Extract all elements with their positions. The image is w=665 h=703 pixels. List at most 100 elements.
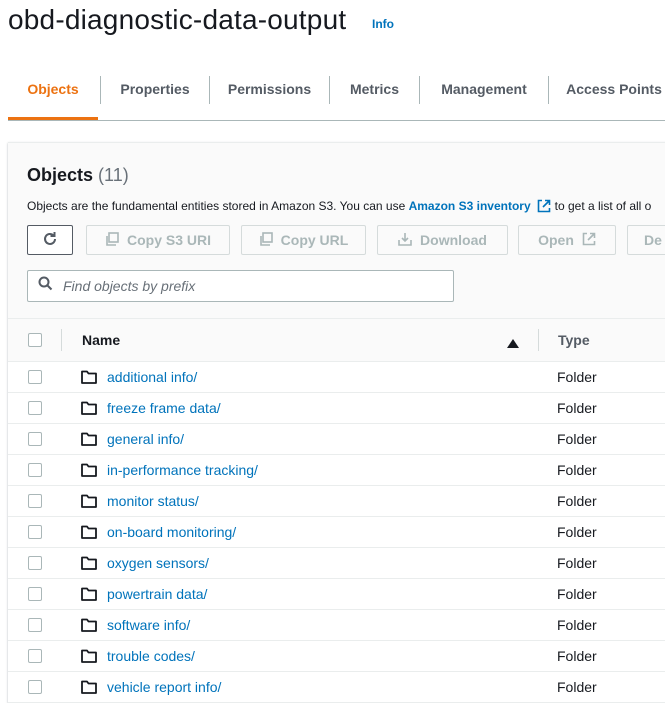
- row-checkbox[interactable]: [28, 432, 42, 446]
- info-link[interactable]: Info: [372, 17, 394, 31]
- tab-properties[interactable]: Properties: [101, 60, 209, 119]
- refresh-icon: [42, 231, 58, 250]
- object-name-link[interactable]: software info/: [107, 617, 190, 633]
- column-header-type[interactable]: Type: [558, 332, 590, 348]
- table-row: in-performance tracking/Folder: [8, 455, 665, 486]
- copy-icon: [259, 231, 273, 249]
- table-row: additional info/Folder: [8, 362, 665, 393]
- folder-icon: [81, 618, 97, 637]
- table-header: Name Type: [8, 318, 665, 362]
- object-type: Folder: [557, 555, 597, 571]
- column-divider: [61, 329, 62, 351]
- object-type: Folder: [557, 462, 597, 478]
- object-name-link[interactable]: general info/: [107, 431, 184, 447]
- description-text: Objects are the fundamental entities sto…: [27, 199, 406, 213]
- search-input[interactable]: [61, 277, 445, 295]
- column-header-name[interactable]: Name: [82, 332, 120, 348]
- object-type: Folder: [557, 679, 597, 695]
- tab-access-points[interactable]: Access Points: [549, 60, 665, 119]
- search-icon: [28, 276, 53, 296]
- download-icon: [398, 232, 412, 249]
- folder-icon: [81, 587, 97, 606]
- object-type: Folder: [557, 400, 597, 416]
- table-row: powertrain data/Folder: [8, 579, 665, 610]
- tab-metrics[interactable]: Metrics: [330, 60, 419, 119]
- table-row: software info/Folder: [8, 610, 665, 641]
- row-checkbox[interactable]: [28, 649, 42, 663]
- row-checkbox[interactable]: [28, 680, 42, 694]
- delete-button[interactable]: De: [627, 225, 665, 255]
- open-label: Open: [538, 232, 574, 248]
- row-checkbox[interactable]: [28, 618, 42, 632]
- row-checkbox[interactable]: [28, 494, 42, 508]
- folder-icon: [81, 680, 97, 699]
- object-type: Folder: [557, 493, 597, 509]
- select-all-checkbox[interactable]: [28, 333, 42, 347]
- objects-title: Objects: [27, 165, 94, 185]
- object-name-link[interactable]: powertrain data/: [107, 586, 207, 602]
- table-row: freeze frame data/Folder: [8, 393, 665, 424]
- objects-description: Objects are the fundamental entities sto…: [27, 199, 651, 216]
- row-checkbox[interactable]: [28, 463, 42, 477]
- folder-icon: [81, 401, 97, 420]
- object-type: Folder: [557, 617, 597, 633]
- table-body: additional info/Folder freeze frame data/…: [8, 362, 665, 703]
- tab-objects[interactable]: Objects: [8, 60, 98, 120]
- table-row: oxygen sensors/Folder: [8, 548, 665, 579]
- object-name-link[interactable]: monitor status/: [107, 493, 199, 509]
- object-name-link[interactable]: freeze frame data/: [107, 400, 221, 416]
- copy-icon: [105, 231, 119, 249]
- inventory-link[interactable]: Amazon S3 inventory: [409, 199, 531, 213]
- object-name-link[interactable]: trouble codes/: [107, 648, 195, 664]
- table-row: vehicle report info/Folder: [8, 672, 665, 703]
- objects-table: Name Type additional info/Folder freeze f…: [8, 318, 665, 703]
- download-button[interactable]: Download: [377, 225, 508, 255]
- copy-s3-uri-button[interactable]: Copy S3 URI: [86, 225, 230, 255]
- table-row: general info/Folder: [8, 424, 665, 455]
- table-row: monitor status/Folder: [8, 486, 665, 517]
- row-checkbox[interactable]: [28, 587, 42, 601]
- objects-count: (11): [98, 165, 129, 185]
- row-checkbox[interactable]: [28, 525, 42, 539]
- folder-icon: [81, 370, 97, 389]
- object-name-link[interactable]: oxygen sensors/: [107, 555, 209, 571]
- delete-label: De: [644, 232, 662, 248]
- object-type: Folder: [557, 524, 597, 540]
- folder-icon: [81, 556, 97, 575]
- refresh-button[interactable]: [27, 225, 73, 255]
- object-name-link[interactable]: on-board monitoring/: [107, 524, 236, 540]
- folder-icon: [81, 494, 97, 513]
- object-type: Folder: [557, 648, 597, 664]
- tab-bar: Objects Properties Permissions Metrics M…: [8, 60, 665, 121]
- folder-icon: [81, 432, 97, 451]
- download-label: Download: [420, 232, 487, 248]
- page-header: obd-diagnostic-data-output Info: [0, 0, 665, 60]
- object-type: Folder: [557, 369, 597, 385]
- tab-management[interactable]: Management: [420, 60, 548, 119]
- object-name-link[interactable]: vehicle report info/: [107, 679, 221, 695]
- search-box: [27, 270, 454, 302]
- objects-panel-header: Objects (11) Objects are the fundamental…: [8, 143, 665, 318]
- sort-ascending-icon[interactable]: [507, 335, 519, 353]
- open-button[interactable]: Open: [518, 225, 616, 255]
- folder-icon: [81, 463, 97, 482]
- copy-s3-uri-label: Copy S3 URI: [126, 232, 211, 248]
- row-checkbox[interactable]: [28, 401, 42, 415]
- object-type: Folder: [557, 431, 597, 447]
- tab-permissions[interactable]: Permissions: [210, 60, 329, 119]
- object-type: Folder: [557, 586, 597, 602]
- objects-panel: Objects (11) Objects are the fundamental…: [8, 142, 665, 703]
- row-checkbox[interactable]: [28, 556, 42, 570]
- copy-url-button[interactable]: Copy URL: [241, 225, 366, 255]
- table-row: on-board monitoring/Folder: [8, 517, 665, 548]
- folder-icon: [81, 525, 97, 544]
- external-link-icon: [537, 199, 551, 216]
- row-checkbox[interactable]: [28, 370, 42, 384]
- object-name-link[interactable]: additional info/: [107, 369, 197, 385]
- page-title: obd-diagnostic-data-output: [8, 4, 347, 35]
- folder-icon: [81, 649, 97, 668]
- table-row: trouble codes/Folder: [8, 641, 665, 672]
- object-name-link[interactable]: in-performance tracking/: [107, 462, 258, 478]
- objects-heading: Objects (11): [27, 165, 129, 186]
- column-divider: [538, 329, 539, 351]
